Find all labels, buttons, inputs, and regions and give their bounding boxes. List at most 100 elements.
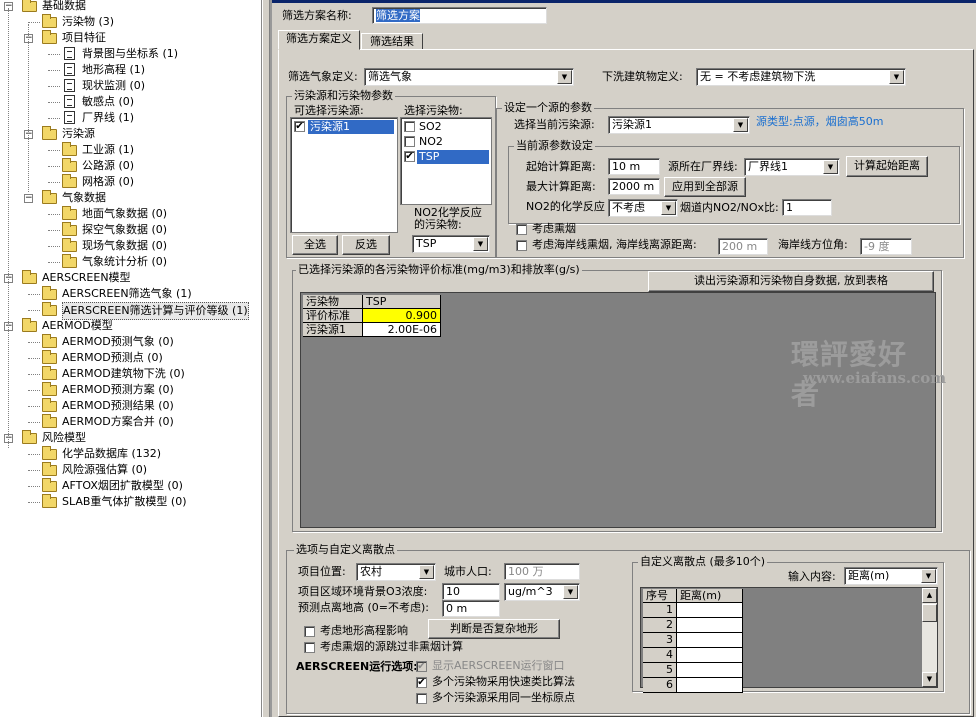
standards-grid[interactable]: 污染物 TSP 评价标准 0.900 污染源1 2.00E-06 環評愛好者 w… (300, 292, 946, 528)
complex-terrain-button[interactable]: 判断是否复杂地形 (428, 619, 560, 639)
max-dist-input[interactable]: 2000 m (608, 178, 660, 195)
chevron-down-icon[interactable]: ▼ (563, 585, 578, 599)
boundary-select[interactable]: 厂界线1 ▼ (744, 158, 840, 176)
chevron-down-icon[interactable]: ▼ (419, 565, 434, 579)
invert-button[interactable]: 反选 (342, 235, 390, 255)
chevron-down-icon[interactable]: ▼ (661, 201, 676, 215)
met-select[interactable]: 筛选气象 ▼ (364, 68, 574, 86)
scroll-thumb[interactable] (922, 604, 937, 622)
grid-cell[interactable] (677, 663, 743, 678)
tree-item[interactable]: 地面气象数据 (0) (0, 206, 260, 222)
tree-item[interactable]: AERMOD预测方案 (0) (0, 382, 260, 398)
height-input[interactable]: 0 m (442, 600, 500, 617)
tree-item[interactable]: AERMOD预测点 (0) (0, 350, 260, 366)
o3-unit-select[interactable]: ug/m^3 ▼ (504, 583, 580, 601)
tree-item[interactable]: − 污染源 (0, 126, 260, 142)
grid-cell[interactable] (677, 648, 743, 663)
tree-item[interactable]: 气象统计分析 (0) (0, 254, 260, 270)
no2-select[interactable]: TSP ▼ (412, 235, 490, 253)
show-window-checkbox[interactable]: ✔ (416, 661, 427, 672)
chevron-down-icon[interactable]: ▼ (889, 70, 904, 84)
grid-cell[interactable] (677, 633, 743, 648)
tree-item[interactable]: 敏感点 (0) (0, 94, 260, 110)
tree-item[interactable]: AERSCREEN筛选计算与评价等级 (1) (0, 302, 260, 320)
grid-cell[interactable] (677, 618, 743, 633)
location-select[interactable]: 农村 ▼ (356, 563, 436, 581)
checkbox[interactable] (404, 121, 415, 132)
source-list[interactable]: ✔ 污染源1 (290, 117, 398, 233)
list-item[interactable]: NO2 (403, 135, 489, 149)
grid-cell[interactable]: 0.900 (363, 309, 441, 323)
collapse-icon[interactable]: − (24, 194, 33, 203)
scrollbar[interactable]: ▲ ▼ (922, 588, 937, 687)
tab-definition[interactable]: 筛选方案定义 (278, 30, 360, 50)
list-item[interactable]: ✔ TSP (403, 150, 489, 164)
read-data-button[interactable]: 读出污染源和污染物自身数据, 放到表格 (648, 271, 934, 292)
tree-item[interactable]: 网格源 (0) (0, 174, 260, 190)
tree-item[interactable]: AERMOD预测结果 (0) (0, 398, 260, 414)
tree-item[interactable]: 现场气象数据 (0) (0, 238, 260, 254)
shore-checkbox[interactable] (516, 240, 527, 251)
tree-item[interactable]: 背景图与坐标系 (1) (0, 46, 260, 62)
grid-cell[interactable] (677, 603, 743, 618)
checkbox[interactable] (404, 136, 415, 147)
chevron-down-icon[interactable]: ▼ (557, 70, 572, 84)
splitter[interactable] (262, 0, 270, 717)
scroll-down-icon[interactable]: ▼ (922, 672, 937, 687)
scheme-name-input[interactable]: 筛选方案 (372, 7, 547, 24)
apply-all-button[interactable]: 应用到全部源 (664, 177, 746, 197)
tree-item[interactable]: AFTOX烟团扩散模型 (0) (0, 478, 260, 494)
chevron-down-icon[interactable]: ▼ (733, 118, 748, 132)
custom-points-grid[interactable]: 序号 距离(m) 123456 ▲ ▼ (640, 587, 938, 693)
shore-label: 考虑海岸线熏烟, 海岸线离源距离: (532, 238, 697, 251)
tree-item[interactable]: 探空气象数据 (0) (0, 222, 260, 238)
tree-item[interactable]: 现状监测 (0) (0, 78, 260, 94)
checkbox[interactable]: ✔ (294, 121, 305, 132)
tree-item[interactable]: 地形高程 (1) (0, 62, 260, 78)
checkbox[interactable]: ✔ (404, 151, 415, 162)
tree-item[interactable]: 工业源 (1) (0, 142, 260, 158)
tree-item[interactable]: − AERSCREEN模型 (0, 270, 260, 286)
chevron-down-icon[interactable]: ▼ (921, 569, 936, 583)
ratio-input[interactable]: 1 (782, 199, 832, 216)
calc-start-button[interactable]: 计算起始距离 (846, 156, 928, 177)
downwash-select[interactable]: 无 = 不考虑建筑物下洗 ▼ (696, 68, 906, 86)
tab-results[interactable]: 筛选结果 (361, 33, 423, 50)
tree-item[interactable]: AERSCREEN筛选气象 (1) (0, 286, 260, 302)
tree-item[interactable]: − 风险模型 (0, 430, 260, 446)
tree-item[interactable]: − AERMOD模型 (0, 318, 260, 334)
same-origin-checkbox[interactable] (416, 693, 427, 704)
grid-cell[interactable] (677, 678, 743, 693)
population-input[interactable]: 100 万 (504, 563, 580, 580)
chevron-down-icon[interactable]: ▼ (473, 237, 488, 251)
o3-input[interactable]: 10 (442, 583, 500, 600)
tree-item[interactable]: AERMOD预测气象 (0) (0, 334, 260, 350)
scroll-up-icon[interactable]: ▲ (922, 588, 937, 603)
shore-dist-input[interactable]: 200 m (718, 238, 768, 255)
tree-item[interactable]: − 项目特征 (0, 30, 260, 46)
input-content-select[interactable]: 距离(m) ▼ (844, 567, 938, 585)
tree-item[interactable]: SLAB重气体扩散模型 (0) (0, 494, 260, 510)
tree-item[interactable]: 公路源 (0) (0, 158, 260, 174)
tree-item[interactable]: 污染物 (3) (0, 14, 260, 30)
shore-dir-input[interactable]: -9 度 (860, 238, 912, 255)
current-source-select[interactable]: 污染源1 ▼ (608, 116, 750, 134)
terrain-checkbox[interactable] (304, 626, 315, 637)
fast-alg-checkbox[interactable]: ✔ (416, 677, 427, 688)
tree-item[interactable]: 厂界线 (1) (0, 110, 260, 126)
tree-item[interactable]: 化学品数据库 (132) (0, 446, 260, 462)
list-item[interactable]: ✔ 污染源1 (293, 120, 395, 134)
select-all-button[interactable]: 全选 (292, 235, 338, 255)
tree-item[interactable]: − 气象数据 (0, 190, 260, 206)
no2-chem-select[interactable]: 不考虑 ▼ (608, 199, 678, 217)
fumigation-checkbox[interactable] (516, 224, 527, 235)
tree-item[interactable]: AERMOD方案合并 (0) (0, 414, 260, 430)
pollutant-list[interactable]: SO2 NO2 ✔ TSP (400, 117, 492, 205)
chevron-down-icon[interactable]: ▼ (823, 160, 838, 174)
grid-cell[interactable]: 2.00E-06 (363, 323, 441, 337)
skip-fumigation-checkbox[interactable] (304, 642, 315, 653)
start-dist-input[interactable]: 10 m (608, 158, 660, 175)
tree-item[interactable]: AERMOD建筑物下洗 (0) (0, 366, 260, 382)
tree-item[interactable]: 风险源强估算 (0) (0, 462, 260, 478)
list-item[interactable]: SO2 (403, 120, 489, 134)
